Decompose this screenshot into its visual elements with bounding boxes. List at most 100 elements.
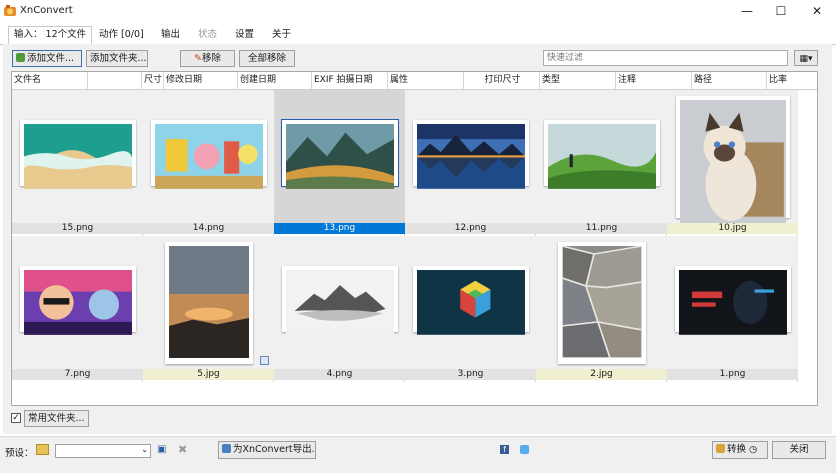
file-tile[interactable]: 15.png xyxy=(12,90,143,236)
common-folders-checkbox[interactable]: ✓ xyxy=(11,413,21,423)
col-created[interactable]: 创建日期 xyxy=(238,72,312,89)
file-name-label: 15.png xyxy=(12,223,143,234)
thumbnail-area xyxy=(667,236,798,369)
add-folder-label: 添加文件夹... xyxy=(90,53,147,64)
title-bar: XnConvert — ☐ ✕ xyxy=(0,0,836,22)
file-tile[interactable]: 7.png xyxy=(12,236,143,382)
twitter-icon[interactable] xyxy=(520,445,529,454)
col-exif-date[interactable]: EXIF 拍摄日期 xyxy=(312,72,388,89)
clock-icon: ◷ xyxy=(746,444,758,455)
stone-pavement-image[interactable] xyxy=(558,242,646,364)
common-folders-label: 常用文件夹... xyxy=(28,413,85,424)
col-type[interactable]: 类型 xyxy=(540,72,616,89)
tab-output[interactable]: 输出 xyxy=(156,27,185,42)
file-tile[interactable]: 11.png xyxy=(536,90,667,236)
thumbnail-area xyxy=(536,236,667,369)
remove-label: 移除 xyxy=(201,53,221,64)
preset-dropdown[interactable]: ⌄ xyxy=(55,444,151,458)
xnconvert-logo-icon xyxy=(4,5,16,16)
window-title: XnConvert xyxy=(20,5,73,16)
list-header: 文件名 尺寸 修改日期 创建日期 EXIF 拍摄日期 属性 打印尺寸 类型 注释… xyxy=(12,72,817,90)
file-tile[interactable]: 3.png xyxy=(405,236,536,382)
remove-button[interactable]: ✎移除 xyxy=(180,50,235,67)
file-name-label: 14.png xyxy=(143,223,274,234)
file-tile[interactable]: 5.jpg xyxy=(143,236,274,382)
hacker-data-image[interactable] xyxy=(675,266,791,335)
close-window-button[interactable]: ✕ xyxy=(800,0,834,22)
thumbnail-area xyxy=(667,90,798,228)
grid-view-icon: ▦▾ xyxy=(799,54,813,64)
export-label: 为XnConvert导出... xyxy=(233,444,316,455)
green-hills-image[interactable] xyxy=(544,120,660,189)
file-tile[interactable]: 13.png xyxy=(274,90,405,236)
thumbnail-area xyxy=(536,90,667,223)
tab-about[interactable]: 关于 xyxy=(267,27,296,42)
beach-waves-image[interactable] xyxy=(20,120,136,189)
file-list[interactable]: 文件名 尺寸 修改日期 创建日期 EXIF 拍摄日期 属性 打印尺寸 类型 注释… xyxy=(11,71,818,406)
folder-open-icon[interactable] xyxy=(36,444,49,455)
quick-filter-input[interactable] xyxy=(543,50,788,66)
tab-settings[interactable]: 设置 xyxy=(230,27,259,42)
remove-all-button[interactable]: 全部移除 xyxy=(239,50,295,67)
sunset-sky-image[interactable] xyxy=(165,242,253,364)
tab-status[interactable]: 状态 xyxy=(193,27,222,42)
thumbnail-area xyxy=(12,90,143,223)
file-name-label: 13.png xyxy=(274,223,405,234)
file-tile[interactable]: 1.png xyxy=(667,236,798,382)
thumbnail-area xyxy=(143,90,274,223)
rubiks-cube-image[interactable] xyxy=(413,266,529,335)
misty-mountain-image[interactable] xyxy=(282,266,398,335)
col-attributes[interactable]: 属性 xyxy=(388,72,464,89)
file-name-label: 7.png xyxy=(12,369,143,380)
tab-actions[interactable]: 动作 [0/0] xyxy=(94,27,149,42)
delete-icon[interactable]: ✖ xyxy=(178,443,187,456)
col-spacer xyxy=(88,72,142,89)
file-tile[interactable]: 10.jpg xyxy=(667,90,798,236)
cartoon-characters-image[interactable] xyxy=(151,120,267,189)
tab-input[interactable]: 输入： 12个文件 xyxy=(8,26,93,45)
view-mode-button[interactable]: ▦▾ xyxy=(794,50,818,66)
tab-bar: 输入： 12个文件 动作 [0/0] 输出 状态 设置 关于 xyxy=(0,26,836,45)
file-name-label: 1.png xyxy=(667,369,798,380)
file-name-label: 11.png xyxy=(536,223,667,234)
file-name-label: 4.png xyxy=(274,369,405,380)
add-folder-button[interactable]: 添加文件夹... xyxy=(86,50,148,67)
close-button[interactable]: 关闭 xyxy=(772,441,826,459)
export-button[interactable]: 为XnConvert导出... xyxy=(218,441,316,459)
save-icon[interactable]: ▣ xyxy=(157,444,166,455)
file-tile[interactable]: 12.png xyxy=(405,90,536,236)
thumbnail-area xyxy=(274,90,405,223)
add-files-button[interactable]: 添加文件... xyxy=(12,50,82,67)
col-modified[interactable]: 修改日期 xyxy=(164,72,238,89)
maximize-button[interactable]: ☐ xyxy=(764,0,798,22)
file-tile[interactable]: 4.png xyxy=(274,236,405,382)
lake-reflection-image[interactable] xyxy=(413,120,529,189)
minimize-button[interactable]: — xyxy=(730,0,764,22)
thumbnail-grid: 15.png 14.png 13.png 12.png 11.png 10.jpg 7.pn… xyxy=(12,90,802,390)
file-name-label: 2.jpg xyxy=(536,369,667,380)
remove-all-label: 全部移除 xyxy=(247,53,286,64)
file-name-label: 3.png xyxy=(405,369,536,380)
thumbnail-area xyxy=(405,236,536,369)
file-tile[interactable]: 14.png xyxy=(143,90,274,236)
col-size[interactable]: 尺寸 xyxy=(142,72,164,89)
cartoon-character-image[interactable] xyxy=(20,266,136,335)
thumbnail-area xyxy=(405,90,536,223)
add-files-label: 添加文件... xyxy=(27,53,75,64)
file-tile[interactable]: 2.jpg xyxy=(536,236,667,382)
mountain-valley-image[interactable] xyxy=(281,119,399,189)
siamese-cat-image[interactable] xyxy=(676,96,790,228)
common-folders-button[interactable]: 常用文件夹... xyxy=(24,410,89,427)
col-filename[interactable]: 文件名 xyxy=(12,72,88,89)
facebook-icon[interactable]: f xyxy=(500,445,509,454)
file-name-label: 12.png xyxy=(405,223,536,234)
preset-label: 预设： xyxy=(5,448,34,459)
col-print-size[interactable]: 打印尺寸 xyxy=(464,72,540,89)
col-path[interactable]: 路径 xyxy=(692,72,767,89)
convert-button[interactable]: 转换 ◷ xyxy=(712,441,768,459)
col-comment[interactable]: 注释 xyxy=(616,72,692,89)
thumbnail-area xyxy=(274,236,405,369)
chevron-down-icon: ⌄ xyxy=(141,445,148,454)
col-ratio[interactable]: 比率 xyxy=(767,72,817,89)
convert-icon xyxy=(716,444,725,453)
